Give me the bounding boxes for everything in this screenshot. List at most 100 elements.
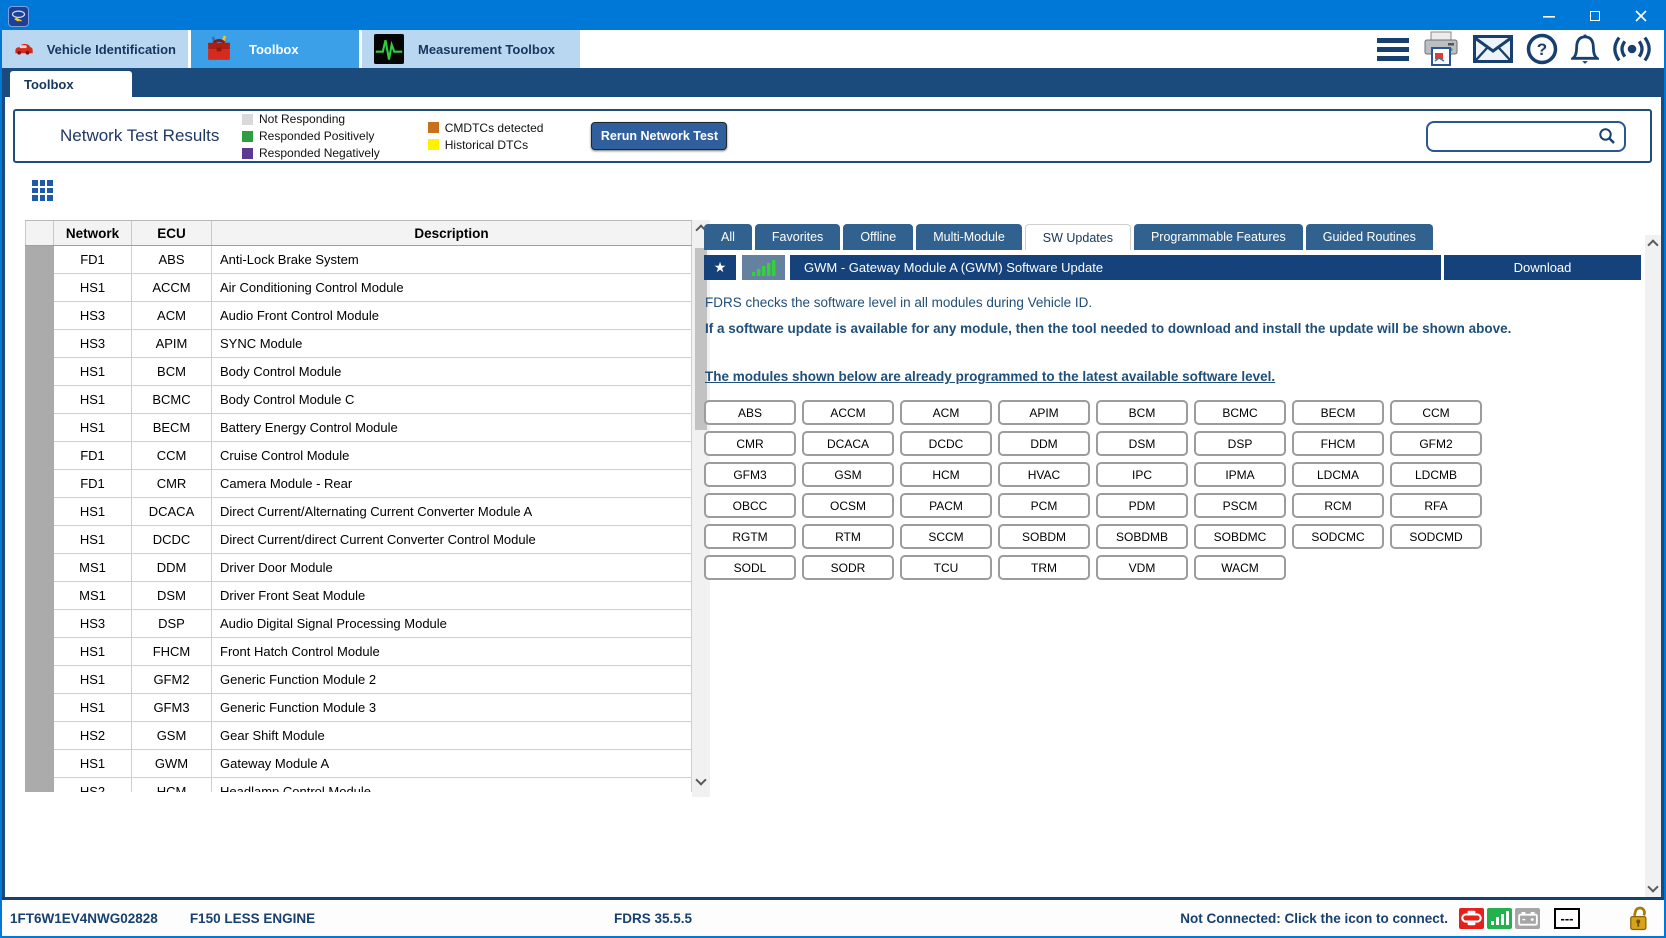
- vci-connect-icon[interactable]: [1459, 907, 1484, 929]
- module-button[interactable]: DCDC: [900, 431, 992, 456]
- module-button[interactable]: RCM: [1292, 493, 1384, 518]
- module-button[interactable]: DSP: [1194, 431, 1286, 456]
- module-button[interactable]: SODL: [704, 555, 796, 580]
- table-row[interactable]: FD1 CMR Camera Module - Rear: [25, 470, 692, 498]
- grid-view-icon[interactable]: [32, 180, 53, 201]
- broadcast-vci-icon[interactable]: [1612, 34, 1652, 64]
- table-row[interactable]: HS1 GFM3 Generic Function Module 3: [25, 694, 692, 722]
- module-button[interactable]: RFA: [1390, 493, 1482, 518]
- module-button[interactable]: RTM: [802, 524, 894, 549]
- module-button[interactable]: GSM: [802, 462, 894, 487]
- search-icon[interactable]: [1598, 127, 1616, 145]
- right-panel-tab[interactable]: SW Updates: [1024, 224, 1131, 250]
- right-panel-tab[interactable]: Programmable Features: [1133, 224, 1303, 250]
- module-button[interactable]: RGTM: [704, 524, 796, 549]
- right-panel-tab[interactable]: Offline: [843, 224, 914, 250]
- module-button[interactable]: CCM: [1390, 400, 1482, 425]
- table-row[interactable]: HS2 GSM Gear Shift Module: [25, 722, 692, 750]
- module-button[interactable]: HVAC: [998, 462, 1090, 487]
- module-button[interactable]: PSCM: [1194, 493, 1286, 518]
- module-button[interactable]: DSM: [1096, 431, 1188, 456]
- module-button[interactable]: APIM: [998, 400, 1090, 425]
- module-button[interactable]: FHCM: [1292, 431, 1384, 456]
- module-button[interactable]: VDM: [1096, 555, 1188, 580]
- scroll-up-icon[interactable]: [1645, 237, 1661, 253]
- table-row[interactable]: MS1 DDM Driver Door Module: [25, 554, 692, 582]
- table-row[interactable]: HS1 GWM Gateway Module A: [25, 750, 692, 778]
- download-button[interactable]: Download: [1444, 255, 1641, 280]
- module-button[interactable]: BECM: [1292, 400, 1384, 425]
- module-button[interactable]: HCM: [900, 462, 992, 487]
- close-button[interactable]: [1618, 2, 1664, 30]
- unlock-padlock-icon[interactable]: [1628, 905, 1650, 932]
- module-button[interactable]: ABS: [704, 400, 796, 425]
- module-button[interactable]: OBCC: [704, 493, 796, 518]
- module-button[interactable]: BCMC: [1194, 400, 1286, 425]
- table-row[interactable]: HS1 BECM Battery Energy Control Module: [25, 414, 692, 442]
- table-row[interactable]: HS3 DSP Audio Digital Signal Processing …: [25, 610, 692, 638]
- module-button[interactable]: IPMA: [1194, 462, 1286, 487]
- module-button[interactable]: SCCM: [900, 524, 992, 549]
- tab-measurement-toolbox[interactable]: Measurement Toolbox: [362, 30, 580, 68]
- module-button[interactable]: SOBDM: [998, 524, 1090, 549]
- notifications-bell-icon[interactable]: [1571, 33, 1599, 65]
- measurement-status-box[interactable]: ---: [1554, 907, 1580, 929]
- module-button[interactable]: DDM: [998, 431, 1090, 456]
- window-scrollbar[interactable]: [1645, 235, 1661, 897]
- table-row[interactable]: HS1 DCACA Direct Current/Alternating Cur…: [25, 498, 692, 526]
- module-button[interactable]: BCM: [1096, 400, 1188, 425]
- table-row[interactable]: HS1 ACCM Air Conditioning Control Module: [25, 274, 692, 302]
- module-button[interactable]: DCACA: [802, 431, 894, 456]
- tab-toolbox[interactable]: Toolbox: [191, 30, 359, 68]
- module-button[interactable]: LDCMB: [1390, 462, 1482, 487]
- module-button[interactable]: SODCMC: [1292, 524, 1384, 549]
- module-button[interactable]: ACCM: [802, 400, 894, 425]
- right-panel-tab[interactable]: Multi-Module: [916, 224, 1022, 250]
- module-button[interactable]: PACM: [900, 493, 992, 518]
- module-button[interactable]: IPC: [1096, 462, 1188, 487]
- tab-vehicle-identification[interactable]: Vehicle Identification: [2, 30, 188, 68]
- search-input[interactable]: [1428, 122, 1598, 150]
- table-row[interactable]: HS2 HCM Headlamp Control Module: [25, 778, 692, 792]
- mail-icon[interactable]: [1473, 35, 1513, 63]
- module-button[interactable]: CMR: [704, 431, 796, 456]
- minimize-button[interactable]: [1526, 2, 1572, 30]
- right-panel-tab[interactable]: Guided Routines: [1305, 224, 1433, 250]
- table-row[interactable]: HS3 ACM Audio Front Control Module: [25, 302, 692, 330]
- table-row[interactable]: FD1 ABS Anti-Lock Brake System: [25, 246, 692, 274]
- module-button[interactable]: TRM: [998, 555, 1090, 580]
- module-button[interactable]: ACM: [900, 400, 992, 425]
- module-button[interactable]: WACM: [1194, 555, 1286, 580]
- module-button[interactable]: GFM3: [704, 462, 796, 487]
- table-row[interactable]: FD1 CCM Cruise Control Module: [25, 442, 692, 470]
- printer-icon[interactable]: [1422, 31, 1460, 67]
- tab-toolbox-page[interactable]: Toolbox: [10, 71, 132, 97]
- right-panel-tab[interactable]: Favorites: [754, 224, 841, 250]
- module-button[interactable]: GFM2: [1390, 431, 1482, 456]
- scroll-down-icon[interactable]: [1645, 879, 1661, 895]
- module-button[interactable]: PCM: [998, 493, 1090, 518]
- maximize-button[interactable]: [1572, 2, 1618, 30]
- table-row[interactable]: HS1 DCDC Direct Current/direct Current C…: [25, 526, 692, 554]
- right-panel-tab[interactable]: All: [704, 224, 752, 250]
- menu-icon[interactable]: [1377, 37, 1409, 61]
- module-button[interactable]: LDCMA: [1292, 462, 1384, 487]
- rerun-network-test-button[interactable]: Rerun Network Test: [591, 122, 728, 150]
- network-signal-button[interactable]: [742, 255, 785, 280]
- table-row[interactable]: HS1 GFM2 Generic Function Module 2: [25, 666, 692, 694]
- module-button[interactable]: PDM: [1096, 493, 1188, 518]
- module-button[interactable]: TCU: [900, 555, 992, 580]
- help-icon[interactable]: ?: [1526, 33, 1558, 65]
- module-button[interactable]: SOBDMC: [1194, 524, 1286, 549]
- table-row[interactable]: HS1 FHCM Front Hatch Control Module: [25, 638, 692, 666]
- module-button[interactable]: OCSM: [802, 493, 894, 518]
- module-button[interactable]: SODR: [802, 555, 894, 580]
- signal-strength-icon[interactable]: [1487, 907, 1512, 929]
- battery-icon[interactable]: [1515, 907, 1540, 929]
- favorite-star-button[interactable]: ★: [704, 255, 736, 280]
- table-row[interactable]: MS1 DSM Driver Front Seat Module: [25, 582, 692, 610]
- module-button[interactable]: SODCMD: [1390, 524, 1482, 549]
- scroll-down-icon[interactable]: [692, 772, 710, 788]
- table-row[interactable]: HS3 APIM SYNC Module: [25, 330, 692, 358]
- module-button[interactable]: SOBDMB: [1096, 524, 1188, 549]
